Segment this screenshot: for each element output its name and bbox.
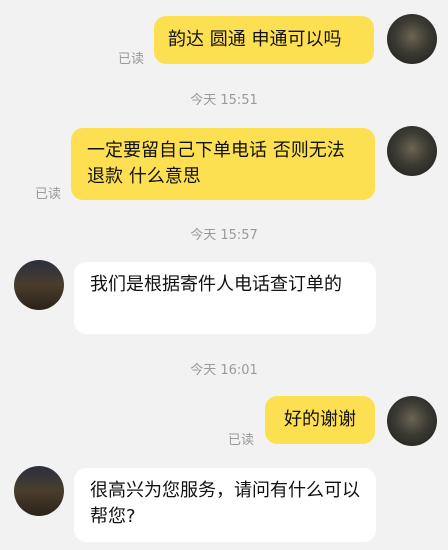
message-bubble[interactable]: 好的谢谢 xyxy=(265,396,375,444)
read-status: 已读 xyxy=(35,187,62,202)
message-text: 一定要留自己下单电话 否则无法退款 什么意思 xyxy=(87,140,345,187)
message-text: 好的谢谢 xyxy=(284,409,356,430)
read-status: 已读 xyxy=(118,52,145,67)
message-text: 韵达 圆通 申通可以吗 xyxy=(168,29,342,50)
seller-avatar[interactable] xyxy=(14,466,64,516)
user-avatar[interactable] xyxy=(387,126,437,176)
timestamp: 今天 15:51 xyxy=(190,93,258,108)
seller-avatar[interactable] xyxy=(14,260,64,310)
message-text: 我们是根据寄件人电话查订单的 xyxy=(90,274,342,295)
timestamp: 今天 16:01 xyxy=(190,363,258,378)
read-status: 已读 xyxy=(228,433,255,448)
message-bubble[interactable]: 韵达 圆通 申通可以吗 xyxy=(154,16,374,64)
message-bubble[interactable]: 很高兴为您服务，请问有什么可以帮您? xyxy=(74,468,376,542)
message-bubble[interactable]: 我们是根据寄件人电话查订单的 xyxy=(74,262,376,334)
user-avatar[interactable] xyxy=(387,396,437,446)
message-bubble[interactable]: 一定要留自己下单电话 否则无法退款 什么意思 xyxy=(71,128,375,200)
timestamp: 今天 15:57 xyxy=(190,228,258,243)
user-avatar[interactable] xyxy=(387,14,437,64)
message-text: 很高兴为您服务，请问有什么可以帮您? xyxy=(90,480,360,527)
